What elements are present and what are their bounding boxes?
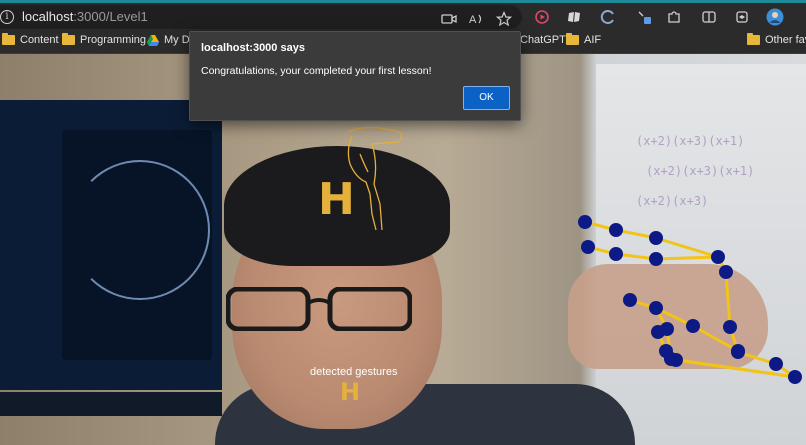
landmark-point [686,319,700,333]
landmark-point [651,325,665,339]
bookmark-label: ChatGPT [520,34,566,46]
bookmark-label: Content [20,34,59,46]
landmark-point [769,357,783,371]
record-icon[interactable] [534,9,550,25]
folder-icon [62,33,75,45]
detected-gestures-label: detected gestures [310,366,398,378]
read-aloud-icon[interactable]: A [468,11,484,27]
folder-icon [566,33,579,45]
address-bar[interactable]: i localhost:3000/Level1 A [0,5,522,29]
landmark-point [711,250,725,264]
landmark-point [609,247,623,261]
history-icon[interactable] [600,9,616,25]
browser-toolbar: i localhost:3000/Level1 A [0,3,806,30]
landmark-connection [724,270,732,329]
landmark-point [649,301,663,315]
bookmark-other-favorites[interactable]: Other favo [747,33,806,46]
url-host: localhost [22,9,74,24]
camera-icon[interactable] [441,11,457,27]
landmark-connection [654,255,720,261]
favorite-icon[interactable] [495,10,513,27]
dialog-title: localhost:3000 says [201,42,305,54]
info-icon[interactable]: i [0,10,14,24]
detected-gesture-letter: H [340,378,361,406]
svg-text:A: A [469,14,477,26]
pen-icon[interactable] [636,9,652,25]
url-text[interactable]: localhost:3000/Level1 [22,9,148,24]
folder-icon [747,33,760,45]
landmark-point [723,320,737,334]
bookmark-label: AIF [584,34,602,46]
collections-icon[interactable] [734,9,750,25]
landmark-point [609,223,623,237]
target-letter: H [318,174,355,225]
landmark-point [581,240,595,254]
bookmark-chatgpt[interactable]: ChatGPT [520,34,566,46]
alert-dialog: localhost:3000 says Congratulations, you… [189,31,521,121]
landmark-point [649,231,663,245]
bookmark-content[interactable]: Content [2,33,59,46]
landmark-point [623,293,637,307]
landmark-point [731,344,745,358]
landmark-point [719,265,733,279]
drive-icon [147,34,159,46]
landmark-connection [654,236,720,259]
folder-icon [2,33,15,45]
hand-sign-sketch [347,126,403,231]
bookmark-my-drive[interactable]: My Dr [147,34,193,46]
landmark-point [669,353,683,367]
landmark-point [788,370,802,384]
puzzle-icon[interactable] [666,9,682,25]
ok-button[interactable]: OK [463,86,510,110]
bookmark-label: Other favo [765,34,806,46]
extension-icon[interactable] [566,9,582,25]
bookmark-programming[interactable]: Programming [62,33,147,46]
profile-avatar[interactable] [766,8,784,26]
bookmark-aif[interactable]: AIF [566,33,602,46]
split-screen-icon[interactable] [701,9,717,25]
bookmark-label: Programming [80,34,147,46]
dialog-message: Congratulations, your completed your fir… [201,65,432,77]
url-path: :3000/Level1 [73,9,148,24]
landmark-point [578,215,592,229]
landmark-point [649,252,663,266]
